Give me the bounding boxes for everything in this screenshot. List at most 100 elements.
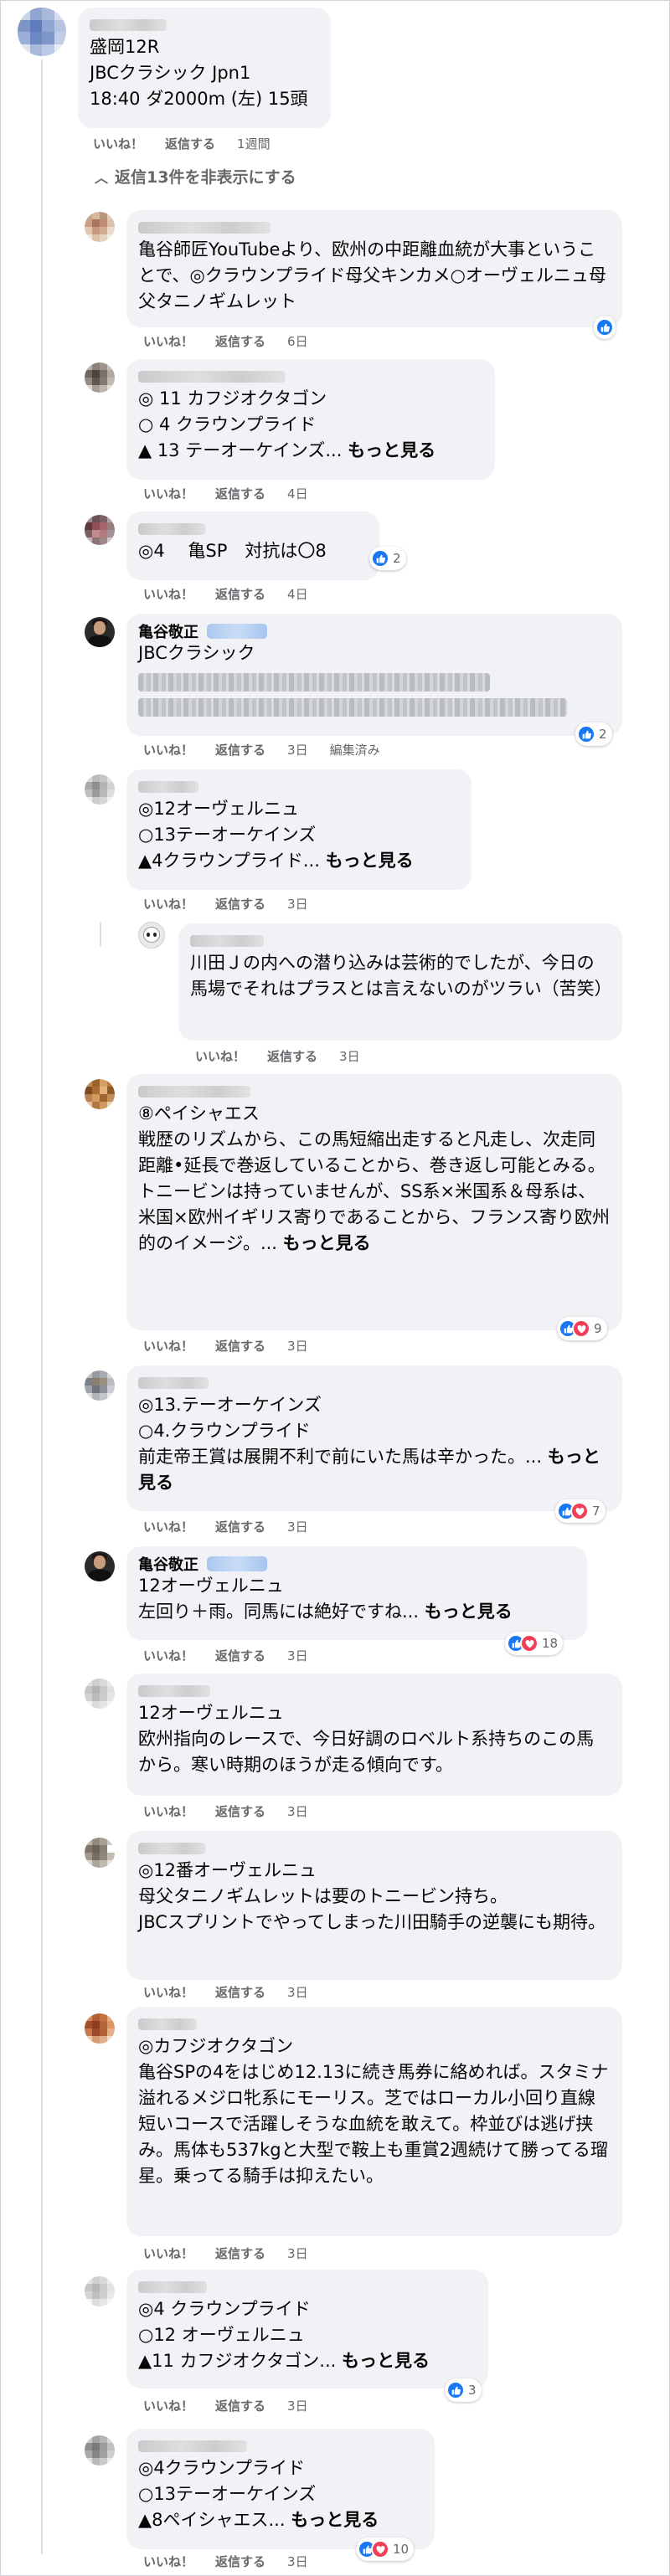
like-button[interactable]: いいね！ <box>143 1802 193 1820</box>
reply-avatar[interactable] <box>85 1370 115 1401</box>
reply-author-name[interactable]: 亀谷敬正 <box>138 1553 198 1575</box>
timestamp[interactable]: 3日 <box>287 2244 308 2262</box>
timestamp[interactable]: 3日 <box>287 2397 308 2414</box>
see-more-link[interactable]: もっと見る <box>342 2351 430 2371</box>
reply-button[interactable]: 返信する <box>215 1518 265 1535</box>
timestamp[interactable]: 3日 <box>287 1802 308 1820</box>
reaction-summary[interactable]: 18 <box>505 1632 564 1655</box>
reply-button[interactable]: 返信する <box>215 895 265 913</box>
reply-avatar[interactable] <box>85 1551 115 1581</box>
like-button[interactable]: いいね！ <box>143 485 193 502</box>
see-more-link[interactable]: もっと見る <box>425 1602 513 1622</box>
author-link-blurred[interactable] <box>207 624 267 639</box>
timestamp[interactable]: 6日 <box>287 332 308 350</box>
timestamp[interactable]: 3日 <box>287 1647 308 1664</box>
post-author-avatar[interactable] <box>18 8 66 56</box>
reply-button[interactable]: 返信する <box>215 1647 265 1664</box>
reply-button[interactable]: 返信する <box>215 2553 265 2570</box>
author-link-blurred[interactable] <box>207 1556 267 1571</box>
hide-replies-toggle[interactable]: ︿ 返信13件を非表示にする <box>95 165 296 188</box>
reply-button[interactable]: 返信する <box>215 332 265 350</box>
reaction-summary[interactable]: 2 <box>369 547 406 570</box>
reply-author-name[interactable]: 亀谷敬正 <box>138 620 198 642</box>
like-button[interactable]: いいね！ <box>143 2397 193 2414</box>
reply-author-name[interactable] <box>138 1685 210 1697</box>
like-button[interactable]: いいね！ <box>195 1047 245 1065</box>
like-button[interactable]: いいね！ <box>143 2553 193 2570</box>
reaction-summary[interactable] <box>594 316 616 339</box>
like-button[interactable]: いいね！ <box>143 895 193 913</box>
see-more-link[interactable]: もっと見る <box>348 440 436 460</box>
reply-avatar[interactable] <box>85 774 115 805</box>
reaction-summary[interactable]: 10 <box>356 2537 415 2561</box>
reaction-summary[interactable]: 9 <box>557 1317 607 1340</box>
timestamp[interactable]: 3日 <box>339 1047 360 1065</box>
reply-author-name[interactable] <box>138 222 271 234</box>
reaction-count: 2 <box>599 727 607 742</box>
reply-author-name[interactable] <box>138 1086 250 1098</box>
reply-button[interactable]: 返信する <box>215 1983 265 2001</box>
reply-avatar[interactable] <box>85 515 115 545</box>
reply-avatar[interactable] <box>138 922 165 949</box>
timestamp[interactable]: 3日 <box>287 1337 308 1355</box>
see-more-link[interactable]: もっと見る <box>283 1233 371 1253</box>
reply-button[interactable]: 返信する <box>215 1337 265 1355</box>
reply-text: 川田Ｊの内への潜り込みは芸術的でしたが、今日の馬場でそれはプラスとは言えないのが… <box>190 953 612 999</box>
reaction-summary[interactable]: 3 <box>445 2378 482 2402</box>
timestamp[interactable]: 3日 <box>287 2553 308 2570</box>
like-button[interactable]: いいね！ <box>143 332 193 350</box>
link-blurred[interactable] <box>138 698 567 717</box>
reply-button[interactable]: 返信する <box>215 585 265 603</box>
timestamp[interactable]: 1週間 <box>237 135 271 152</box>
reply-button[interactable]: 返信する <box>165 135 215 152</box>
reply-author-name[interactable] <box>138 781 198 793</box>
timestamp[interactable]: 3日 <box>287 741 308 758</box>
reply-avatar[interactable] <box>85 2435 115 2465</box>
reply-author-name[interactable] <box>138 2281 207 2293</box>
like-button[interactable]: いいね！ <box>93 135 143 152</box>
reply-avatar[interactable] <box>85 212 115 242</box>
like-button[interactable]: いいね！ <box>143 1983 193 2001</box>
reaction-summary[interactable]: 2 <box>575 722 612 746</box>
reply-button[interactable]: 返信する <box>215 485 265 502</box>
reaction-summary[interactable]: 7 <box>555 1499 606 1523</box>
like-button[interactable]: いいね！ <box>143 585 193 603</box>
reply-author-name[interactable] <box>138 1843 205 1854</box>
reply-author-name[interactable] <box>138 523 205 535</box>
reply-bubble: ◎12オーヴェルニュ ○13テーオーケインズ ▲4クラウンプライド... もっと… <box>126 769 472 890</box>
timestamp[interactable]: 3日 <box>287 1983 308 2001</box>
reply-bubble: 12オーヴェルニュ 欧州指向のレースで、今日好調のロベルト系持ちのこの馬から。寒… <box>126 1674 622 1796</box>
reply-text: ◎12番オーヴェルニュ 母父タニノギムレットは要のトニービン持ち。 JBCスプリ… <box>138 1860 606 1932</box>
reply-avatar[interactable] <box>85 1079 115 1109</box>
reply-author-name[interactable] <box>138 2018 197 2030</box>
reply-avatar[interactable] <box>85 2276 115 2306</box>
timestamp[interactable]: 3日 <box>287 895 308 913</box>
like-button[interactable]: いいね！ <box>143 1518 193 1535</box>
link-blurred[interactable] <box>138 673 490 692</box>
like-button[interactable]: いいね！ <box>143 741 193 758</box>
see-more-link[interactable]: もっと見る <box>326 851 414 871</box>
see-more-link[interactable]: もっと見る <box>291 2510 379 2530</box>
reply-author-name[interactable] <box>190 935 264 947</box>
reply-button[interactable]: 返信する <box>215 741 265 758</box>
reply-button[interactable]: 返信する <box>215 2397 265 2414</box>
like-button[interactable]: いいね！ <box>143 1647 193 1664</box>
reply-author-name[interactable] <box>138 1377 209 1389</box>
post-author-name[interactable] <box>90 19 167 31</box>
timestamp[interactable]: 3日 <box>287 1518 308 1535</box>
reply-author-name[interactable] <box>138 2440 247 2452</box>
reply-avatar[interactable] <box>85 1679 115 1709</box>
reply-button[interactable]: 返信する <box>215 2244 265 2262</box>
reply-button[interactable]: 返信する <box>215 1802 265 1820</box>
reply-author-name[interactable] <box>138 371 286 383</box>
like-button[interactable]: いいね！ <box>143 1337 193 1355</box>
reply-avatar[interactable] <box>85 1838 115 1868</box>
reply-avatar[interactable] <box>85 617 115 647</box>
timestamp[interactable]: 4日 <box>287 485 308 502</box>
like-button[interactable]: いいね！ <box>143 2244 193 2262</box>
reply-button[interactable]: 返信する <box>267 1047 317 1065</box>
reply-avatar[interactable] <box>85 2013 115 2044</box>
reply-bubble: ◎4クラウンプライド ○13テーオーケインズ ▲8ペイシャエス... もっと見る <box>126 2429 435 2549</box>
timestamp[interactable]: 4日 <box>287 585 308 603</box>
reply-avatar[interactable] <box>85 362 115 393</box>
